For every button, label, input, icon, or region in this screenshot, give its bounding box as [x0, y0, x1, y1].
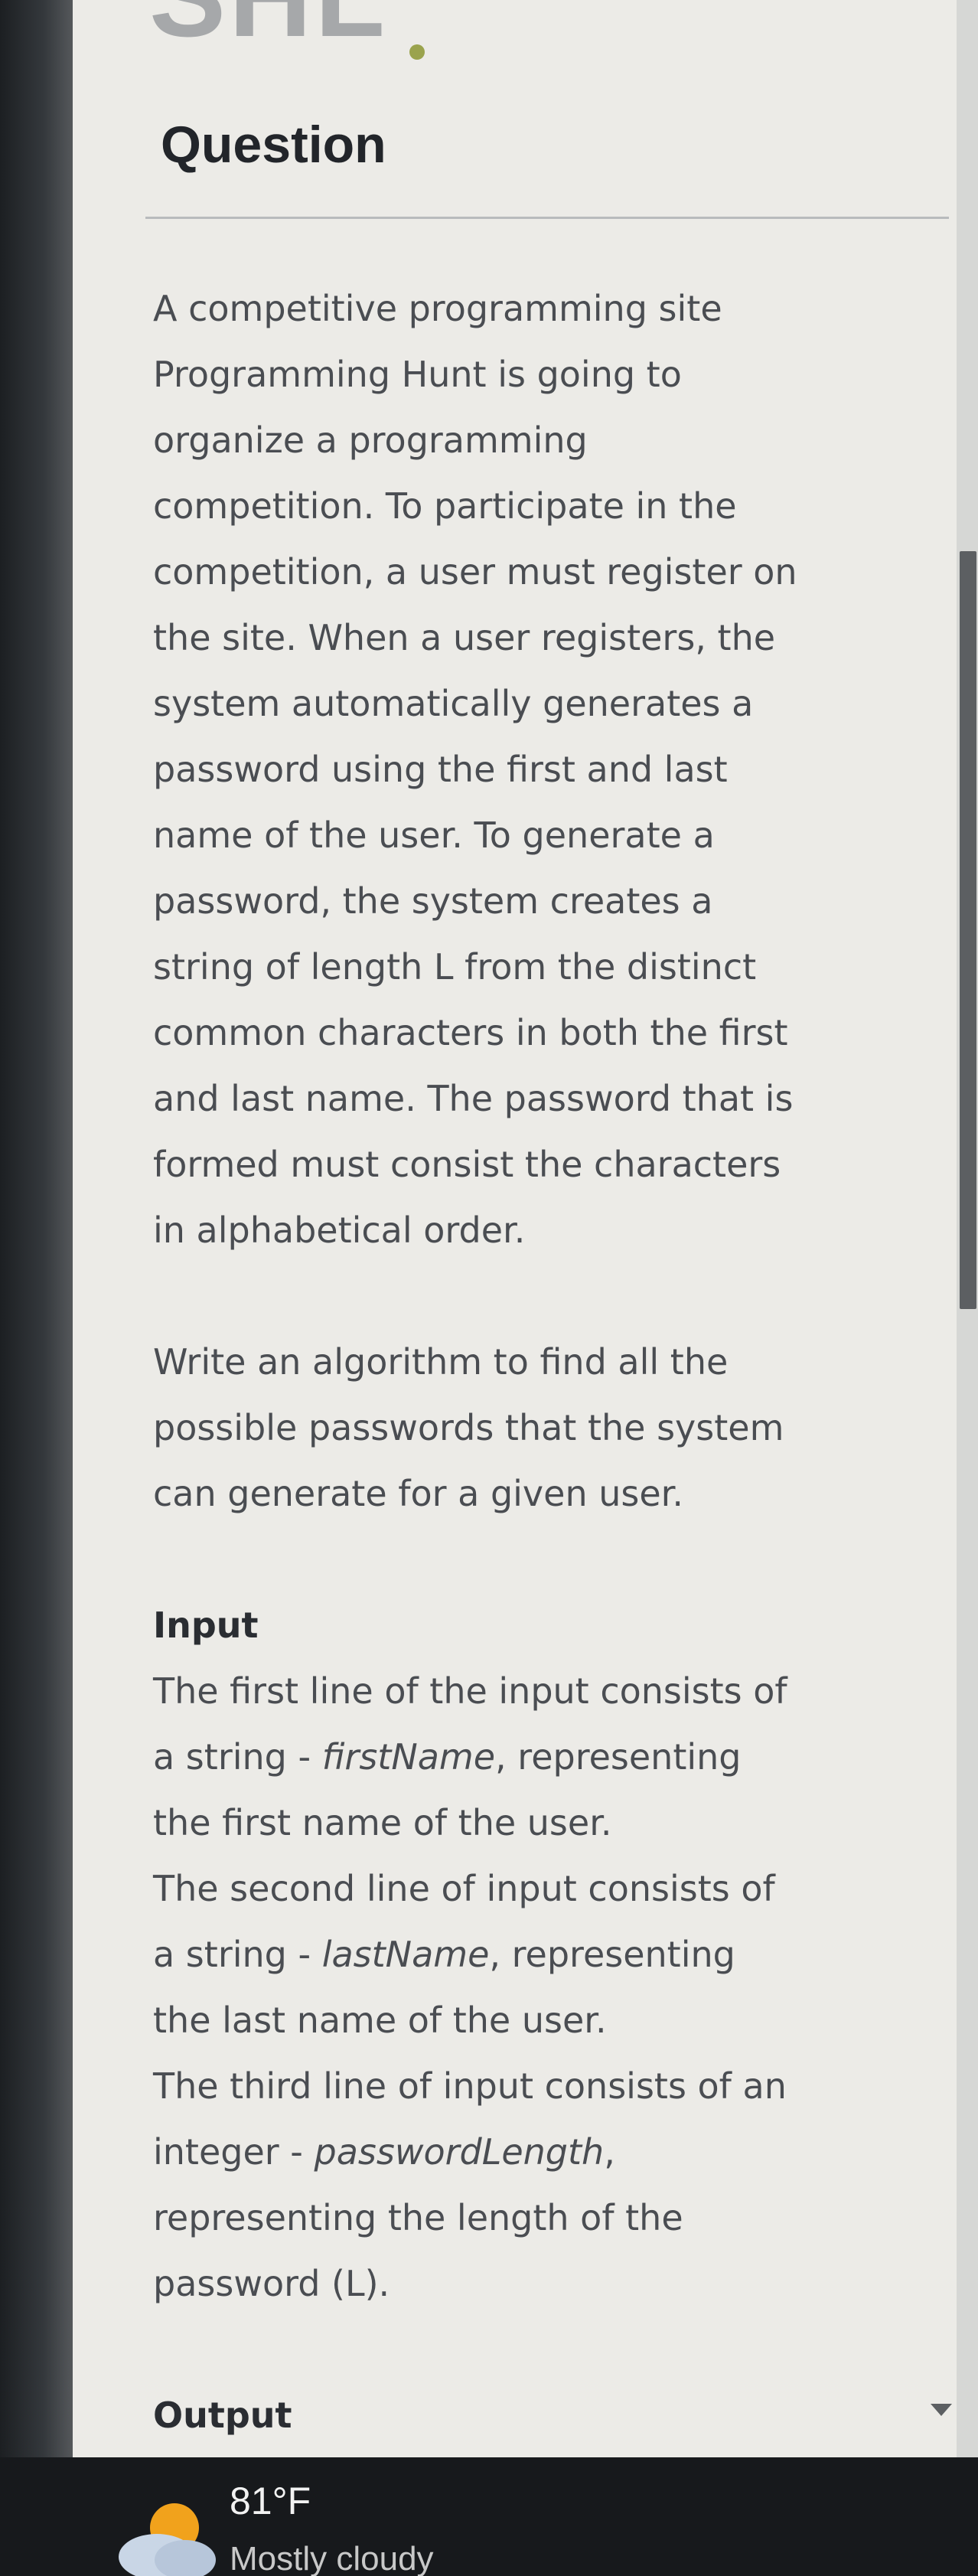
variable-first-name: firstName	[321, 1736, 496, 1778]
weather-condition[interactable]: Mostly cloudy	[230, 2540, 434, 2576]
input-line: The second line of input consists of	[153, 1868, 775, 1909]
scrollbar-thumb[interactable]	[960, 551, 976, 1309]
input-line: The third line of input consists of an	[153, 2065, 787, 2107]
monitor-bezel	[0, 0, 73, 2457]
description-line: password using the first and last	[153, 749, 728, 790]
description-line: Programming Hunt is going to	[153, 354, 682, 395]
variable-last-name: lastName	[321, 1934, 490, 1975]
partly-cloudy-icon[interactable]	[115, 2497, 222, 2576]
variable-password-length: passwordLength	[314, 2131, 605, 2173]
description-line: common characters in both the first	[153, 1012, 788, 1053]
description-line: password, the system creates a	[153, 880, 713, 922]
description-line: string of length L from the distinct	[153, 946, 757, 988]
input-description: The first line of the input consists of …	[153, 1658, 926, 2316]
question-content: A competitive programming site Programmi…	[153, 276, 926, 2448]
description-line: and last name. The password that is	[153, 1078, 794, 1119]
screen: SHL Question A competitive programming s…	[0, 0, 978, 2576]
description-line: A competitive programming site	[153, 288, 722, 329]
description-line: system automatically generates a	[153, 683, 754, 724]
description-line: organize a programming	[153, 420, 588, 461]
description-line: the site. When a user registers, the	[153, 617, 776, 658]
input-line: The first line of the input consists of	[153, 1670, 787, 1712]
input-line: representing the length of the	[153, 2197, 683, 2238]
description-line: competition, a user must register on	[153, 551, 797, 593]
site-logo-fragment: SHL	[149, 0, 388, 54]
task-line: Write an algorithm to find all the	[153, 1341, 729, 1383]
input-line: a string - firstName, representing	[153, 1736, 742, 1778]
task-statement: Write an algorithm to find all the possi…	[153, 1329, 926, 1526]
task-line: possible passwords that the system	[153, 1407, 784, 1448]
title-divider	[145, 217, 949, 219]
question-title: Question	[161, 116, 386, 174]
input-line: the first name of the user.	[153, 1802, 612, 1843]
input-line: password (L).	[153, 2263, 390, 2304]
description-line: formed must consist the characters	[153, 1144, 781, 1185]
scroll-down-arrow-icon[interactable]	[931, 2404, 952, 2416]
description-line: in alphabetical order.	[153, 1210, 526, 1251]
input-line: the last name of the user.	[153, 2000, 607, 2041]
input-line: integer - passwordLength,	[153, 2131, 615, 2173]
weather-temperature[interactable]: 81°F	[230, 2479, 311, 2523]
problem-description: A competitive programming site Programmi…	[153, 276, 926, 1263]
task-line: can generate for a given user.	[153, 1473, 683, 1514]
output-heading: Output	[153, 2395, 292, 2436]
input-heading: Input	[153, 1605, 259, 1646]
description-line: competition. To participate in the	[153, 485, 737, 527]
input-line: a string - lastName, representing	[153, 1934, 735, 1975]
description-line: name of the user. To generate a	[153, 815, 715, 856]
logo-dot	[409, 44, 425, 60]
